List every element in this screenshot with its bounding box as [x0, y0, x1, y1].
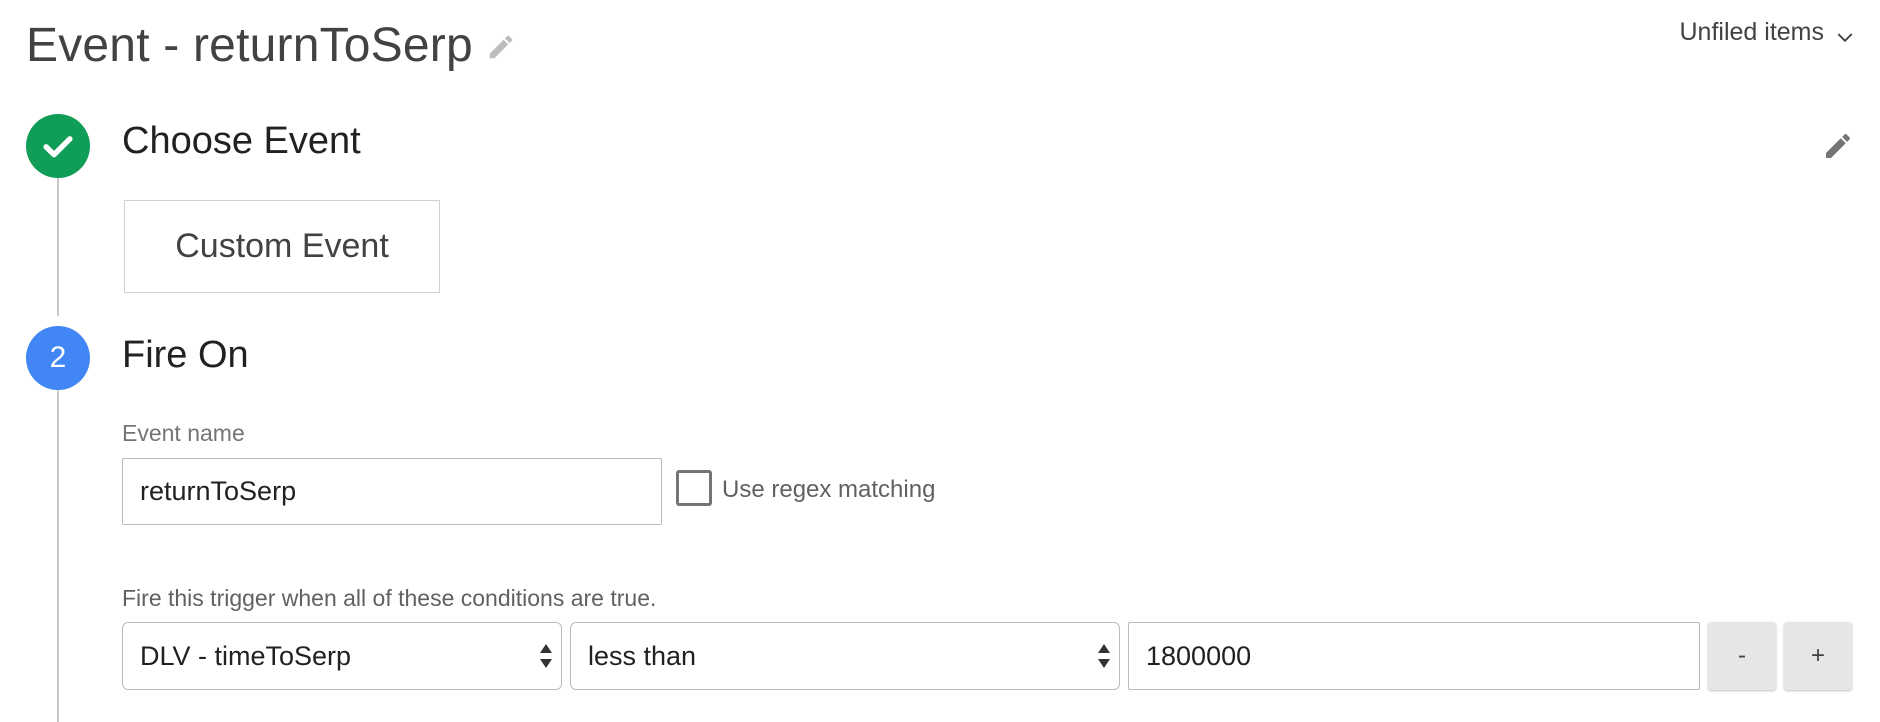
- regex-checkbox[interactable]: [676, 470, 712, 506]
- step-number-badge: 2: [26, 326, 90, 390]
- condition-value-input[interactable]: 1800000: [1128, 622, 1700, 690]
- step-title-fire-on: Fire On: [122, 334, 249, 376]
- conditions-label: Fire this trigger when all of these cond…: [122, 585, 657, 611]
- sort-arrows-icon: [539, 642, 553, 670]
- folder-selector[interactable]: Unfiled items: [1680, 18, 1855, 47]
- event-name-label: Event name: [122, 420, 245, 446]
- step-title-choose-event: Choose Event: [122, 120, 361, 162]
- operator-select[interactable]: less than: [570, 622, 1120, 690]
- title-pencil-icon[interactable]: [486, 32, 516, 62]
- checkmark-icon: [43, 136, 73, 158]
- regex-checkbox-label[interactable]: Use regex matching: [722, 476, 935, 504]
- trigger-editor: Event - returnToSerp Unfiled items Choos…: [0, 0, 1880, 722]
- page-title: Event - returnToSerp: [26, 19, 473, 72]
- folder-label: Unfiled items: [1679, 18, 1825, 46]
- event-name-input[interactable]: returnToSerp: [122, 458, 662, 525]
- variable-select[interactable]: DLV - timeToSerp: [122, 622, 562, 690]
- operator-select-value: less than: [588, 640, 697, 671]
- step-complete-badge: [26, 114, 90, 178]
- step-pencil-icon[interactable]: [1822, 130, 1854, 162]
- variable-select-value: DLV - timeToSerp: [140, 640, 352, 671]
- step-connector: [57, 390, 59, 722]
- remove-condition-button[interactable]: -: [1708, 622, 1776, 690]
- add-condition-button[interactable]: +: [1784, 622, 1852, 690]
- sort-arrows-icon: [1097, 642, 1111, 670]
- event-type-card[interactable]: Custom Event: [124, 200, 440, 293]
- chevron-down-icon: [1836, 24, 1854, 42]
- step-connector: [57, 178, 59, 316]
